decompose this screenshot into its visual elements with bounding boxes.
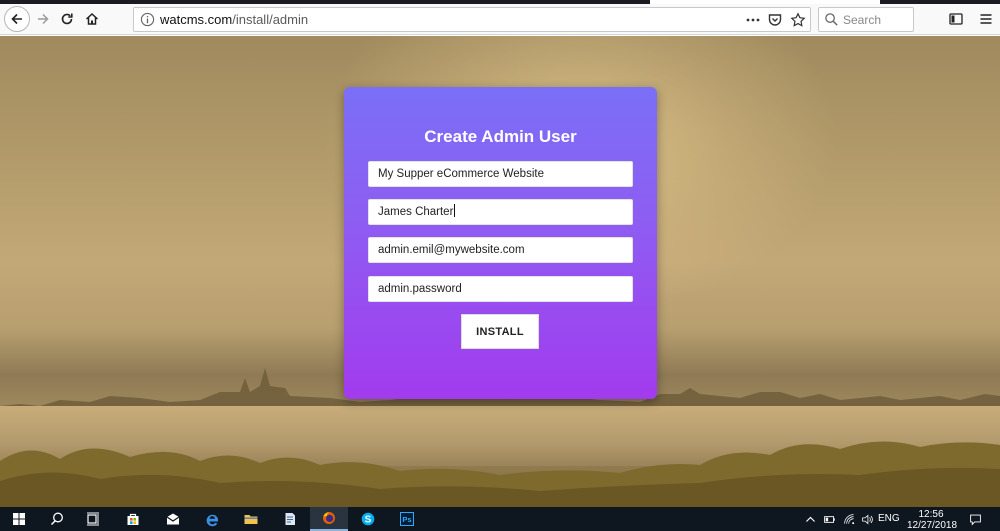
clock-time: 12:56: [918, 509, 944, 520]
document-icon: [285, 513, 295, 525]
page-actions-button[interactable]: [744, 11, 762, 29]
taskbar: S Ps ENG 12:56 12/27/2018: [0, 507, 1000, 531]
hamburger-icon: [980, 14, 992, 24]
page-background: Create Admin User My Supper eCommerce We…: [0, 36, 1000, 507]
skype-button[interactable]: S: [349, 507, 387, 531]
foreground-trees: [0, 441, 1000, 507]
home-icon: [85, 12, 99, 25]
email-input[interactable]: admin.emil@mywebsite.com: [368, 237, 633, 263]
chevron-up-icon: [805, 516, 815, 522]
pocket-icon: [768, 14, 782, 26]
forward-button[interactable]: [31, 7, 55, 31]
sidebar-icon: [949, 13, 963, 25]
url-path: /install/admin: [232, 12, 309, 27]
task-view-button[interactable]: [74, 507, 112, 531]
file-explorer-button[interactable]: [232, 507, 270, 531]
back-button[interactable]: [4, 6, 30, 32]
pocket-button[interactable]: [766, 11, 784, 29]
search-bar[interactable]: Search: [818, 7, 914, 32]
sidebar-button[interactable]: [944, 7, 968, 31]
search-icon: [50, 512, 63, 526]
full-name-input[interactable]: James Charter: [368, 199, 633, 225]
star-icon: [790, 12, 806, 27]
info-icon[interactable]: [140, 12, 155, 27]
password-value: admin.password: [378, 283, 462, 295]
reload-icon: [61, 13, 73, 25]
battery-button[interactable]: [820, 507, 838, 531]
text-caret: [454, 204, 456, 217]
url-host: watcms.com: [160, 12, 233, 27]
clock[interactable]: 12:56 12/27/2018: [907, 509, 958, 531]
full-name-value: James Charter: [378, 206, 454, 218]
notes-app-button[interactable]: [271, 507, 309, 531]
site-name-input[interactable]: My Supper eCommerce Website: [368, 161, 633, 187]
svg-text:S: S: [365, 515, 372, 526]
mail-button[interactable]: [154, 507, 192, 531]
edge-icon: [206, 514, 218, 527]
arrow-left-icon: [11, 13, 22, 25]
admin-form-card: Create Admin User My Supper eCommerce We…: [344, 87, 657, 399]
notification-icon: [969, 514, 981, 525]
task-view-icon: [87, 512, 99, 526]
battery-icon: [823, 515, 835, 523]
notifications-button[interactable]: [962, 507, 988, 531]
url-text[interactable]: watcms.com/install/admin: [160, 12, 308, 27]
store-icon: [127, 513, 139, 525]
tray-overflow-button[interactable]: [802, 507, 818, 531]
password-input[interactable]: admin.password: [368, 276, 633, 302]
photoshop-icon: Ps: [400, 512, 414, 526]
search-icon: [825, 13, 838, 26]
edge-button[interactable]: [193, 507, 231, 531]
firefox-button[interactable]: [310, 507, 348, 531]
photoshop-button[interactable]: Ps: [388, 507, 426, 531]
form-title: Create Admin User: [424, 127, 577, 146]
address-bar[interactable]: watcms.com/install/admin: [133, 7, 811, 32]
mail-icon: [166, 513, 180, 525]
skype-icon: S: [361, 512, 375, 526]
arrow-right-icon: [38, 13, 49, 25]
store-button[interactable]: [114, 507, 152, 531]
svg-text:Ps: Ps: [402, 515, 411, 524]
email-value: admin.emil@mywebsite.com: [378, 244, 525, 256]
wifi-icon: [843, 513, 854, 524]
install-button[interactable]: INSTALL: [461, 314, 539, 349]
wifi-button[interactable]: [840, 507, 858, 531]
more-dots-icon: [746, 18, 760, 22]
reload-button[interactable]: [55, 7, 79, 31]
browser-toolbar: watcms.com/install/admin Search: [0, 4, 1000, 35]
site-name-value: My Supper eCommerce Website: [378, 168, 544, 180]
language-indicator[interactable]: ENG: [878, 513, 900, 524]
home-button[interactable]: [80, 7, 104, 31]
menu-button[interactable]: [974, 7, 998, 31]
taskbar-search-button[interactable]: [38, 507, 76, 531]
folder-icon: [244, 515, 258, 524]
volume-button[interactable]: [858, 507, 876, 531]
speaker-icon: [861, 514, 873, 524]
search-placeholder: Search: [843, 13, 882, 27]
bookmark-button[interactable]: [789, 11, 807, 29]
clock-date: 12/27/2018: [907, 520, 958, 531]
firefox-icon: [323, 512, 335, 524]
start-button[interactable]: [0, 507, 38, 531]
windows-icon: [13, 513, 25, 525]
